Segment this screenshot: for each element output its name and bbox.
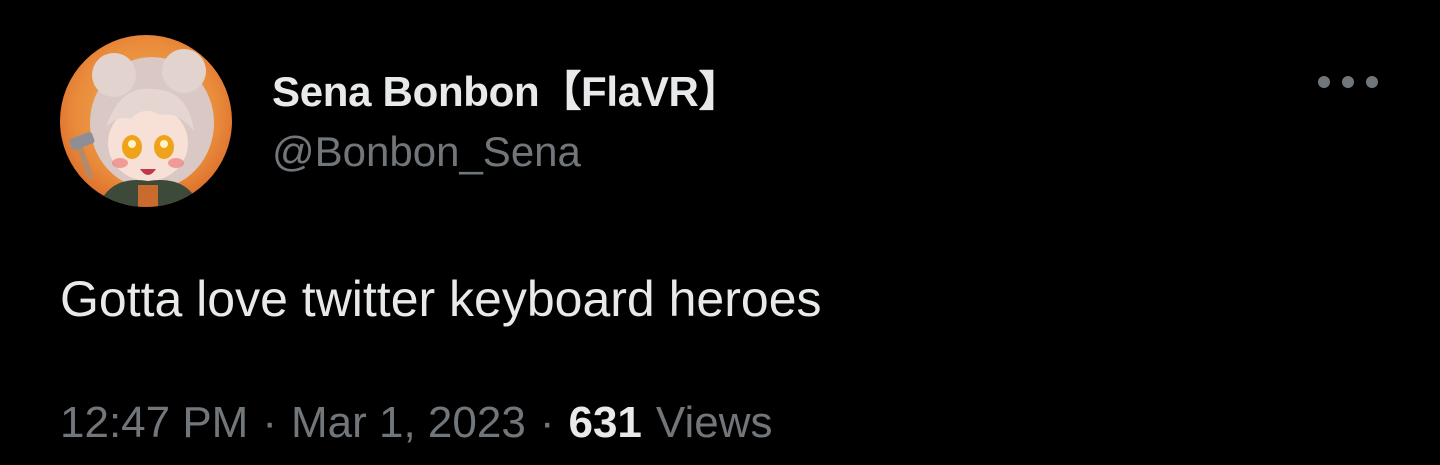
tweet-time[interactable]: 12:47 PM — [60, 398, 248, 448]
more-options-icon — [1318, 76, 1330, 88]
tweet: Sena Bonbon【FlaVR】 @Bonbon_Sena Gotta lo… — [0, 0, 1440, 465]
more-options-icon — [1366, 76, 1378, 88]
tweet-date[interactable]: Mar 1, 2023 — [291, 398, 526, 448]
more-options-icon — [1342, 76, 1354, 88]
views-count: 631 — [568, 398, 642, 447]
tweet-meta: 12:47 PM · Mar 1, 2023 · 631 Views — [60, 398, 772, 448]
author-display-name[interactable]: Sena Bonbon【FlaVR】 — [272, 58, 741, 119]
views-label: Views — [655, 398, 773, 447]
more-options-button[interactable] — [1316, 62, 1380, 102]
tweet-text: Gotta love twitter keyboard heroes — [60, 271, 822, 327]
meta-separator: · — [539, 398, 555, 447]
author-handle[interactable]: @Bonbon_Sena — [272, 128, 581, 176]
avatar[interactable] — [60, 35, 232, 207]
anime-avatar-icon — [60, 35, 232, 207]
meta-separator: · — [262, 398, 277, 447]
